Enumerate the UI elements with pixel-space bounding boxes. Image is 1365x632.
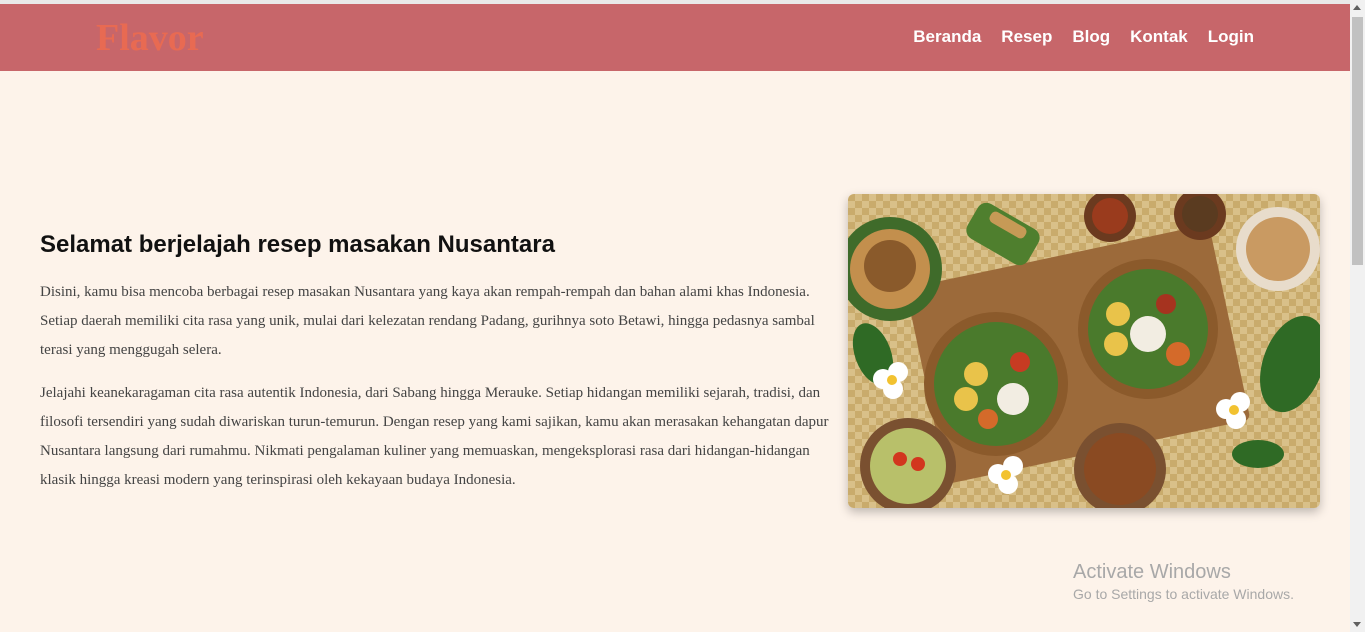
- hero-paragraph-intro: Disini, kamu bisa mencoba berbagai resep…: [40, 284, 815, 358]
- watermark-title: Activate Windows: [1073, 561, 1231, 583]
- scroll-down-arrow-icon[interactable]: [1353, 622, 1361, 627]
- scrollbar-thumb[interactable]: [1352, 17, 1363, 265]
- nav-link-blog[interactable]: Blog: [1072, 26, 1110, 48]
- hero-paragraph-explore: Jelajahi keanekaragaman cita rasa autent…: [40, 385, 829, 488]
- hero-text: Selamat berjelajah resep masakan Nusanta…: [40, 230, 840, 509]
- hero-title: Selamat berjelajah resep masakan Nusanta…: [40, 231, 555, 258]
- scroll-up-arrow-icon[interactable]: [1353, 5, 1361, 10]
- site-logo[interactable]: Flavor: [96, 15, 204, 61]
- nav-link-kontak[interactable]: Kontak: [1130, 26, 1188, 48]
- nav-link-resep[interactable]: Resep: [1001, 26, 1052, 48]
- nav-link-beranda[interactable]: Beranda: [913, 26, 981, 48]
- nav-links: Beranda Resep Blog Kontak Login: [913, 26, 1254, 48]
- page-scrollbar[interactable]: [1350, 0, 1365, 632]
- navbar: Flavor Beranda Resep Blog Kontak Login: [0, 4, 1350, 71]
- windows-activation-watermark: Activate Windows Go to Settings to activ…: [1073, 560, 1294, 604]
- nav-link-login[interactable]: Login: [1208, 26, 1254, 48]
- hero-food-image: [848, 194, 1320, 508]
- watermark-subtitle: Go to Settings to activate Windows.: [1073, 586, 1294, 602]
